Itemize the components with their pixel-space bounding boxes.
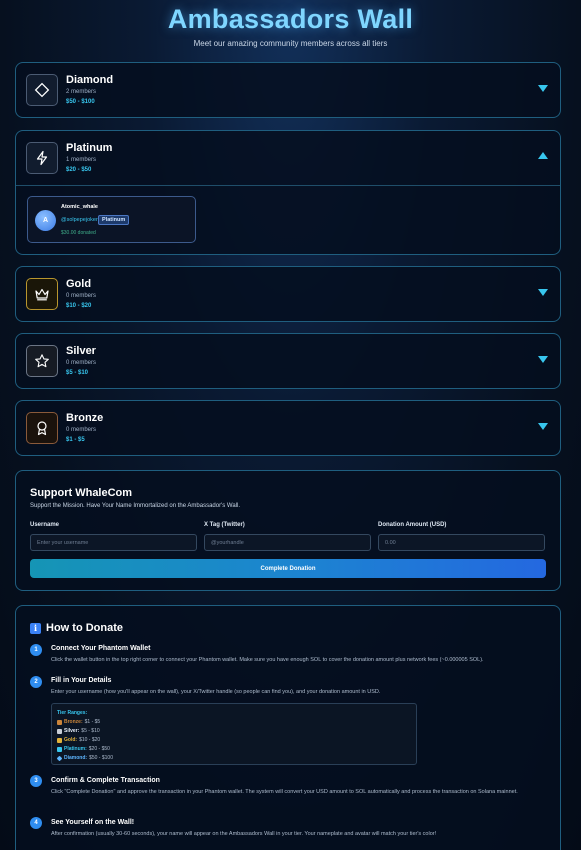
step-text: Enter your username (how you'll appear o… — [51, 689, 381, 695]
tier-name: Platinum — [66, 142, 113, 154]
gem-icon — [57, 746, 62, 752]
step-number: 3 — [30, 775, 42, 787]
chevron-up-icon[interactable] — [538, 152, 548, 159]
chevron-down-icon[interactable] — [538, 85, 548, 92]
step-number: 2 — [30, 676, 42, 688]
username-input[interactable] — [30, 534, 197, 551]
award-icon — [26, 412, 58, 444]
tier-silver[interactable]: Silver 0 members $5 - $10 — [15, 333, 561, 389]
tier-gold[interactable]: Gold 0 members $10 - $20 — [15, 266, 561, 322]
step-number: 1 — [30, 644, 42, 656]
tier-bronze[interactable]: Bronze 0 members $1 - $5 — [15, 400, 561, 456]
username-label: Username — [30, 522, 60, 528]
gold-medal-icon — [57, 737, 62, 743]
bronze-medal-icon — [57, 719, 62, 725]
tier-name: Bronze — [66, 412, 104, 424]
tier-range: $50 - $100 — [66, 99, 95, 105]
step-title: See Yourself on the Wall! — [51, 819, 135, 826]
step-text: After confirmation (usually 30-60 second… — [51, 831, 437, 837]
diamond-icon — [56, 755, 63, 761]
tier-badge: Platinum — [98, 215, 130, 225]
donation-form: Support WhaleCom Support the Mission. Ha… — [15, 470, 561, 591]
step-title: Fill in Your Details — [51, 677, 112, 684]
tier-range: $5 - $10 — [66, 370, 89, 376]
range-row-platinum: Platinum: $20 - $50 — [57, 746, 110, 752]
lightning-icon — [26, 142, 58, 174]
avatar: A — [35, 210, 56, 231]
step-number: 4 — [30, 817, 42, 829]
form-subtitle: Support the Mission. Have Your Name Immo… — [30, 503, 241, 509]
member-handle[interactable]: @solpepejoker — [61, 217, 98, 223]
tier-divider — [16, 185, 560, 186]
member-card[interactable]: A Atomic_whale @solpepejoker Platinum $3… — [27, 196, 196, 243]
tier-name: Silver — [66, 345, 96, 357]
page-subtitle: Meet our amazing community members acros… — [193, 39, 388, 48]
tier-name: Gold — [66, 278, 92, 290]
tier-diamond[interactable]: Diamond 2 members $50 - $100 — [15, 62, 561, 118]
step-title: Confirm & Complete Transaction — [51, 777, 160, 784]
step-text: Click "Complete Donation" and approve th… — [51, 789, 518, 795]
tier-member-count: 1 members — [66, 157, 97, 163]
amount-input[interactable] — [378, 534, 545, 551]
complete-donation-button[interactable]: Complete Donation — [30, 559, 546, 578]
tier-member-count: 0 members — [66, 293, 97, 299]
range-row-silver: Silver: $5 - $10 — [57, 728, 100, 734]
diamond-icon — [26, 74, 58, 106]
tier-ranges-box: Tier Ranges: Bronze: $1 - $5 Silver: $5 - … — [51, 703, 417, 765]
xtag-label: X Tag (Twitter) — [204, 522, 245, 528]
tier-range: $10 - $20 — [66, 303, 92, 309]
step-text: Click the wallet button in the top right… — [51, 657, 484, 663]
xtag-input[interactable] — [204, 534, 371, 551]
range-row-bronze: Bronze: $1 - $5 — [57, 719, 100, 725]
member-donated: $30.00 donated — [61, 230, 96, 236]
tier-member-count: 0 members — [66, 427, 97, 433]
chevron-down-icon[interactable] — [538, 289, 548, 296]
range-row-diamond: Diamond: $50 - $100 — [56, 755, 113, 761]
range-row-gold: Gold: $10 - $20 — [57, 737, 100, 743]
step-title: Connect Your Phantom Wallet — [51, 645, 151, 652]
form-title: Support WhaleCom — [30, 487, 133, 499]
tier-range: $20 - $50 — [66, 167, 92, 173]
how-to-donate-panel: i How to Donate 1 Connect Your Phantom W… — [15, 605, 561, 850]
tier-member-count: 2 members — [66, 89, 97, 95]
howto-heading: i How to Donate — [30, 622, 123, 634]
tier-member-count: 0 members — [66, 360, 97, 366]
tier-range: $1 - $5 — [66, 437, 85, 443]
tier-platinum[interactable]: Platinum 1 members $20 - $50 A Atomic_wh… — [15, 130, 561, 255]
crown-icon — [26, 278, 58, 310]
star-icon — [26, 345, 58, 377]
howto-title: How to Donate — [46, 622, 123, 634]
page-title: Ambassadors Wall — [167, 4, 414, 34]
amount-label: Donation Amount (USD) — [378, 522, 447, 528]
info-icon: i — [30, 622, 41, 634]
member-name: Atomic_whale — [61, 204, 98, 210]
chevron-down-icon[interactable] — [538, 423, 548, 430]
chevron-down-icon[interactable] — [538, 356, 548, 363]
silver-medal-icon — [57, 728, 62, 734]
tier-name: Diamond — [66, 74, 114, 86]
ranges-title: Tier Ranges: — [57, 710, 88, 716]
